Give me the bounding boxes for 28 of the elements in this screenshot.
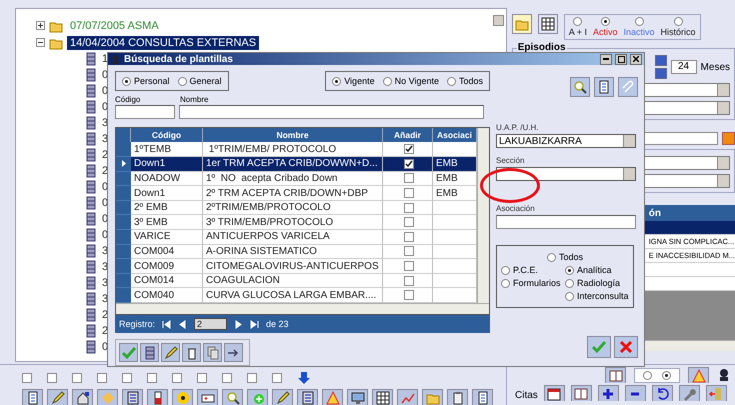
- radio-label: Interconsulta: [577, 291, 629, 302]
- field-label: Sección: [496, 156, 524, 166]
- radio-label: Vigente: [344, 76, 375, 86]
- status-label: Histórico: [660, 27, 696, 37]
- field-label: Nombre: [180, 95, 208, 104]
- radio-label: P.C.E.: [513, 265, 538, 276]
- record-count: de 23: [266, 319, 289, 329]
- navigator-label: Registro:: [119, 319, 156, 329]
- table-cell: EMB: [436, 188, 458, 199]
- appointments-label: Citas: [515, 390, 538, 401]
- group-title: Episodios: [516, 42, 567, 53]
- field-label: Código: [115, 95, 142, 104]
- radio-label: Formularios: [513, 278, 561, 288]
- field-label: U.A.P. /U.H.: [496, 123, 539, 132]
- radio-label: Radiología: [577, 278, 620, 288]
- radio-label: Personal: [134, 76, 170, 86]
- radio-label: General: [190, 76, 222, 86]
- table-cell: EMB: [436, 172, 458, 184]
- radio-label: Analítica: [577, 265, 612, 276]
- status-label: A + I: [568, 27, 587, 37]
- window-title: Búsqueda de plantillas: [124, 54, 234, 65]
- status-label: Inactivo: [624, 27, 655, 37]
- table-cell: EMB: [436, 158, 458, 170]
- radio-label: Todos: [558, 252, 584, 262]
- status-label: Activo: [592, 27, 618, 37]
- months-label: Meses: [700, 62, 730, 72]
- radio-label: Todos: [458, 76, 483, 86]
- radio-label: No Vigente: [394, 76, 439, 86]
